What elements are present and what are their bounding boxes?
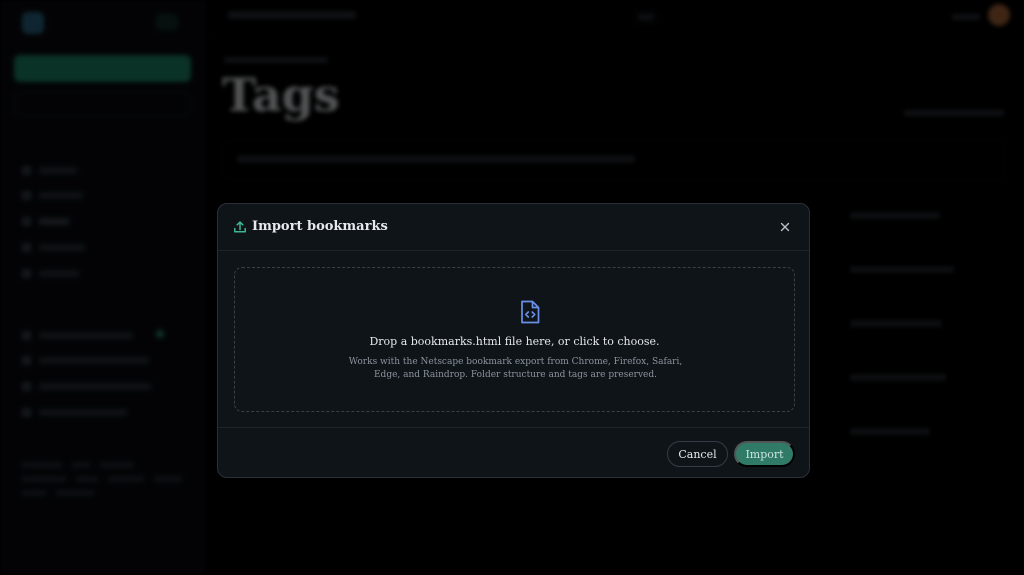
dialog-header: Import bookmarks <box>218 204 809 251</box>
import-bookmarks-dialog: Import bookmarks Drop a bookmarks.html f… <box>217 203 810 478</box>
upload-icon <box>234 221 246 233</box>
dropzone-title: Drop a bookmarks.html file here, or clic… <box>369 335 660 348</box>
code-file-icon <box>521 300 540 324</box>
dialog-footer: Cancel Import <box>218 427 809 479</box>
file-dropzone[interactable]: Drop a bookmarks.html file here, or clic… <box>234 267 795 412</box>
cancel-button[interactable]: Cancel <box>667 441 728 467</box>
import-button[interactable]: Import <box>734 441 795 467</box>
dialog-title: Import bookmarks <box>252 219 388 234</box>
close-button[interactable] <box>774 216 796 238</box>
dropzone-description: Works with the Netscape bookmark export … <box>348 357 683 380</box>
close-icon <box>780 222 790 232</box>
